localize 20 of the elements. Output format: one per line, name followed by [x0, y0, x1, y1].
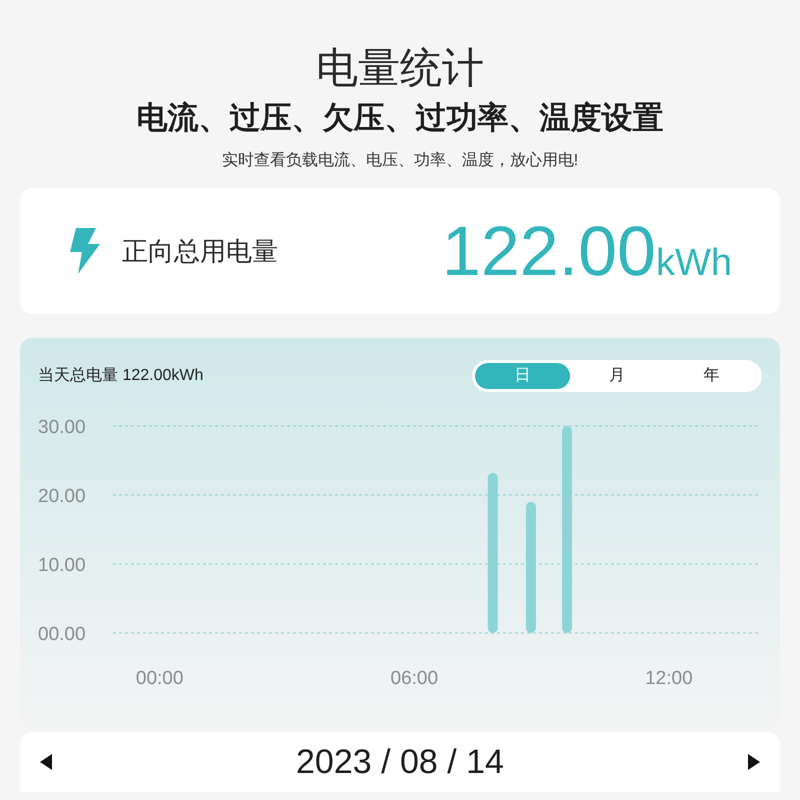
- total-energy-unit: kWh: [656, 240, 732, 286]
- right-triangle-icon: [748, 754, 760, 770]
- date-label: 2023 / 08 / 14: [295, 742, 505, 782]
- period-tab[interactable]: 年: [664, 363, 760, 389]
- lightning-icon: [70, 228, 100, 274]
- page-subtitle: 电流、过压、欠压、过功率、温度设置: [136, 99, 664, 137]
- daily-total-label: 当天总电量 122.00kWh: [38, 366, 204, 386]
- page-title: 电量统计: [316, 43, 484, 93]
- y-axis-label: 30.00: [38, 417, 86, 438]
- left-triangle-icon: [40, 754, 52, 770]
- total-energy-value: 122.00: [442, 210, 656, 290]
- y-axis-label: 10.00: [38, 555, 86, 576]
- y-axis-label: 00.00: [38, 624, 86, 645]
- total-energy-label: 正向总用电量: [122, 234, 278, 268]
- x-axis-label: 06:00: [390, 668, 438, 689]
- page-description: 实时查看负载电流、电压、功率、温度，放心用电!: [222, 150, 578, 171]
- x-axis-label: 12:00: [645, 668, 693, 689]
- y-axis-label: 20.00: [38, 486, 86, 507]
- x-axis-label: 00:00: [136, 668, 184, 689]
- period-tab[interactable]: 月: [570, 363, 664, 389]
